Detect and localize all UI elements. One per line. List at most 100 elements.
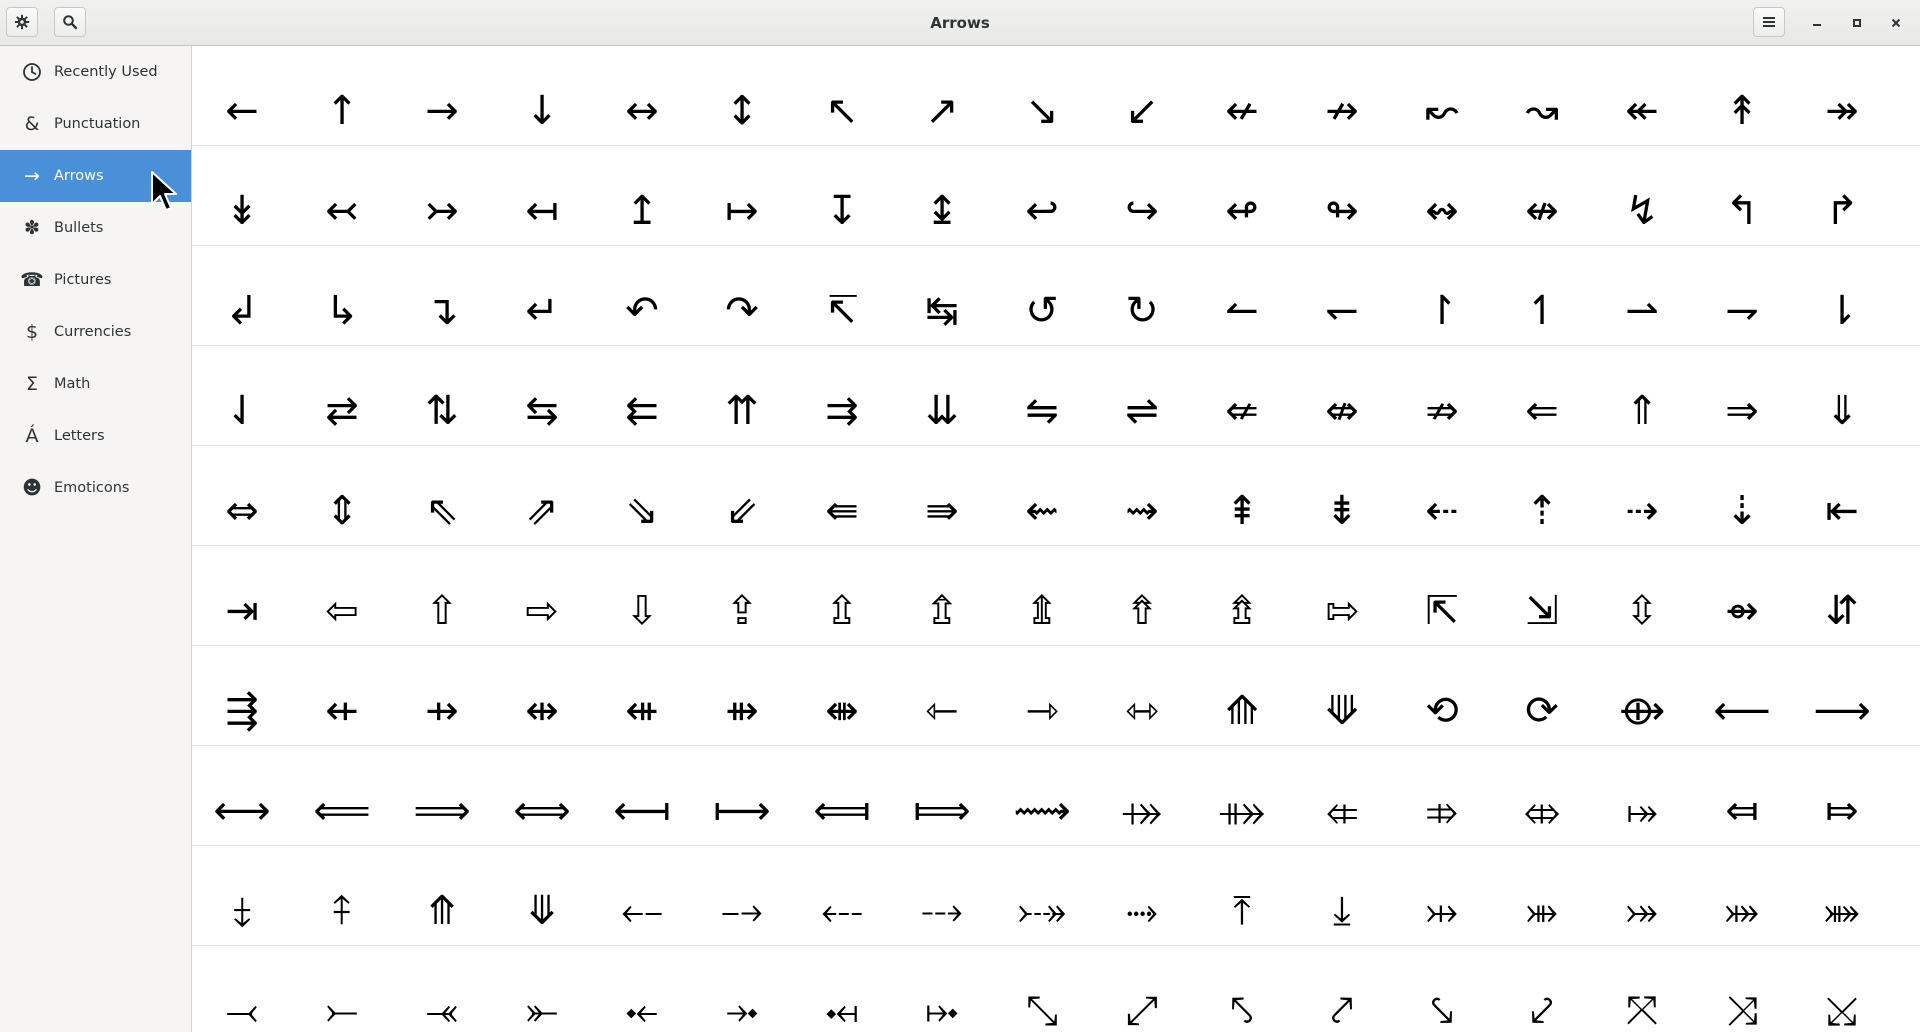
character-cell[interactable]: ⇣ <box>1692 446 1792 545</box>
character-cell[interactable]: ↼ <box>1192 246 1292 345</box>
character-cell[interactable]: ⤩ <box>1792 946 1892 1032</box>
character-cell[interactable]: ⤇ <box>1792 746 1892 845</box>
character-cell[interactable]: ⇂ <box>1792 246 1892 345</box>
maximize-button[interactable] <box>1844 10 1870 36</box>
character-cell[interactable]: ↸ <box>792 246 892 345</box>
character-cell[interactable]: ⤙ <box>192 946 292 1032</box>
character-cell[interactable]: ⟷ <box>192 746 292 845</box>
character-cell[interactable]: ↫ <box>1192 146 1292 245</box>
character-cell[interactable]: ⤎ <box>792 846 892 945</box>
settings-button[interactable] <box>6 7 38 37</box>
character-cell[interactable]: ⇕ <box>292 446 392 545</box>
character-cell[interactable]: ⤡ <box>992 946 1092 1032</box>
character-cell[interactable]: ⤑ <box>1092 846 1192 945</box>
character-cell[interactable]: ↧ <box>792 146 892 245</box>
close-button[interactable] <box>1883 10 1909 36</box>
character-cell[interactable]: ⟻ <box>592 746 692 845</box>
character-cell[interactable]: ⇥ <box>192 546 292 645</box>
character-cell[interactable]: ⤏ <box>892 846 992 945</box>
character-cell[interactable]: ⤋ <box>492 846 592 945</box>
character-cell[interactable]: ⤍ <box>692 846 792 945</box>
character-cell[interactable]: ⤖ <box>1592 846 1692 945</box>
character-cell[interactable]: ⇑ <box>1592 346 1692 445</box>
character-cell[interactable]: ↪ <box>1092 146 1192 245</box>
character-cell[interactable]: ⇖ <box>392 446 492 545</box>
character-cell[interactable]: ↷ <box>692 246 792 345</box>
character-cell[interactable]: ↓ <box>492 46 592 145</box>
character-cell[interactable]: ↾ <box>1392 246 1492 345</box>
character-cell[interactable]: ⤅ <box>1592 746 1692 845</box>
character-cell[interactable]: ⤥ <box>1392 946 1492 1032</box>
character-cell[interactable]: ⇦ <box>292 546 392 645</box>
character-cell[interactable]: ⤜ <box>492 946 592 1032</box>
character-cell[interactable]: ⇚ <box>792 446 892 545</box>
character-cell[interactable]: ⤕ <box>1492 846 1592 945</box>
character-cell[interactable]: ↬ <box>1292 146 1392 245</box>
character-cell[interactable]: ↩ <box>992 146 1092 245</box>
character-cell[interactable]: ↜ <box>1392 46 1492 145</box>
character-cell[interactable]: ⟲ <box>1392 646 1492 745</box>
character-cell[interactable]: ⤛ <box>392 946 492 1032</box>
character-cell[interactable]: ⇓ <box>1792 346 1892 445</box>
character-cell[interactable]: ↶ <box>592 246 692 345</box>
character-cell[interactable]: ⤨ <box>1692 946 1792 1032</box>
character-cell[interactable]: ⤀ <box>1092 746 1192 845</box>
sidebar-item-letters[interactable]: Á Letters <box>0 410 191 462</box>
character-cell[interactable]: ⇅ <box>392 346 492 445</box>
character-cell[interactable]: ↕ <box>692 46 792 145</box>
character-cell[interactable]: ⤝ <box>592 946 692 1032</box>
character-cell[interactable]: ↗ <box>892 46 992 145</box>
character-cell[interactable]: ⇾ <box>992 646 1092 745</box>
character-cell[interactable]: ↥ <box>592 146 692 245</box>
character-cell[interactable]: ⇃ <box>192 346 292 445</box>
character-cell[interactable]: ⇎ <box>1292 346 1392 445</box>
character-cell[interactable]: ↟ <box>1692 46 1792 145</box>
character-cell[interactable]: ⇬ <box>892 546 992 645</box>
character-cell[interactable]: ⟽ <box>792 746 892 845</box>
character-cell[interactable]: ↔ <box>592 46 692 145</box>
character-cell[interactable]: ⤠ <box>892 946 992 1032</box>
character-cell[interactable]: ↣ <box>392 146 492 245</box>
character-cell[interactable]: ↚ <box>1192 46 1292 145</box>
character-cell[interactable]: ⟳ <box>1492 646 1592 745</box>
character-cell[interactable]: ⇒ <box>1692 346 1792 445</box>
sidebar-item-currencies[interactable]: $ Currencies <box>0 306 191 358</box>
character-cell[interactable]: ⟾ <box>892 746 992 845</box>
character-cell[interactable]: ⇺ <box>592 646 692 745</box>
character-cell[interactable]: ⟺ <box>492 746 592 845</box>
character-cell[interactable]: ⇔ <box>192 446 292 545</box>
character-cell[interactable]: ⇼ <box>792 646 892 745</box>
character-cell[interactable]: ⇠ <box>1392 446 1492 545</box>
character-cell[interactable]: ↨ <box>892 146 992 245</box>
character-cell[interactable]: ↰ <box>1692 146 1792 245</box>
character-cell[interactable]: ↻ <box>1092 246 1192 345</box>
character-cell[interactable]: ⤂ <box>1292 746 1392 845</box>
character-cell[interactable]: ⇛ <box>892 446 992 545</box>
sidebar-item-pictures[interactable]: ☎ Pictures <box>0 254 191 306</box>
character-cell[interactable]: ⇻ <box>692 646 792 745</box>
character-cell[interactable]: ⇁ <box>1692 246 1792 345</box>
character-cell[interactable]: ⤚ <box>292 946 392 1032</box>
character-cell[interactable]: ⤆ <box>1692 746 1792 845</box>
character-cell[interactable]: ⇡ <box>1492 446 1592 545</box>
character-cell[interactable]: → <box>392 46 492 145</box>
character-cell[interactable]: ↞ <box>1592 46 1692 145</box>
character-cell[interactable]: ⇤ <box>1792 446 1892 545</box>
character-cell[interactable]: ← <box>192 46 292 145</box>
character-cell[interactable]: ⇲ <box>1492 546 1592 645</box>
sidebar-item-punctuation[interactable]: & Punctuation <box>0 98 191 150</box>
character-cell[interactable]: ⇟ <box>1292 446 1392 545</box>
character-cell[interactable]: ⇄ <box>292 346 392 445</box>
character-cell[interactable]: ⇇ <box>592 346 692 445</box>
character-cell[interactable]: ⤣ <box>1192 946 1292 1032</box>
character-cell[interactable]: ⟵ <box>1692 646 1792 745</box>
character-cell[interactable]: ⇳ <box>1592 546 1692 645</box>
character-cell[interactable]: ⇈ <box>692 346 792 445</box>
character-cell[interactable]: ⟸ <box>292 746 392 845</box>
character-cell[interactable]: ↢ <box>292 146 392 245</box>
character-cell[interactable]: ⇨ <box>492 546 592 645</box>
character-cell[interactable]: ⤊ <box>392 846 492 945</box>
character-cell[interactable]: ⇭ <box>992 546 1092 645</box>
character-cell[interactable]: ⇞ <box>1192 446 1292 545</box>
character-cell[interactable]: ⤟ <box>792 946 892 1032</box>
